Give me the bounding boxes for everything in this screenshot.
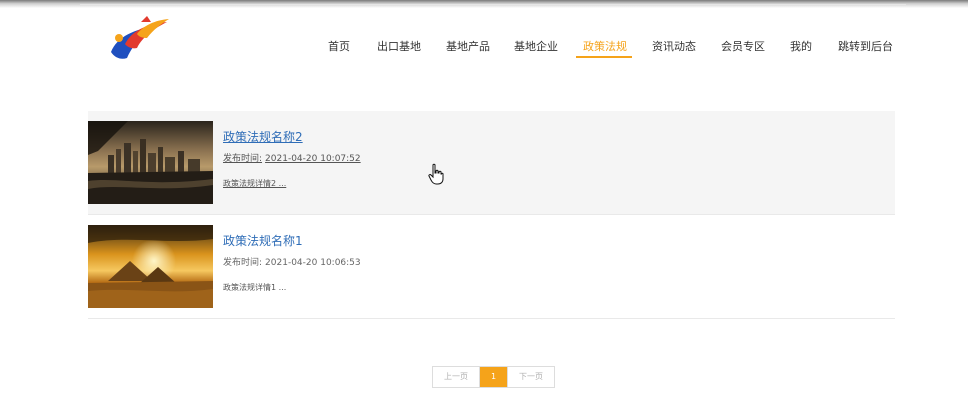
time-label: 发布时间: bbox=[223, 154, 263, 164]
header-divider bbox=[80, 4, 906, 5]
list-item[interactable]: 政策法规名称1 发布时间: 2021-04-20 10:06:53 政策法规详情1… bbox=[88, 215, 895, 319]
article-time: 发布时间: 2021-04-20 10:06:53 bbox=[223, 255, 361, 268]
prev-page-button[interactable]: 上一页 bbox=[433, 367, 480, 387]
list-item[interactable]: 政策法规名称2 发布时间: 2021-04-20 10:07:52 政策法规详情2… bbox=[88, 111, 895, 215]
article-summary[interactable]: 政策法规详情1 ... bbox=[223, 282, 286, 293]
article-title[interactable]: 政策法规名称2 bbox=[223, 128, 303, 145]
nav-item-mine[interactable]: 我的 bbox=[790, 38, 812, 54]
nav-item-news[interactable]: 资讯动态 bbox=[652, 38, 696, 54]
article-title[interactable]: 政策法规名称1 bbox=[223, 232, 303, 249]
nav-item-policies[interactable]: 政策法规 bbox=[583, 38, 627, 54]
nav-item-members[interactable]: 会员专区 bbox=[721, 38, 765, 54]
time-value: 2021-04-20 10:07:52 bbox=[265, 154, 361, 164]
time-value: 2021-04-20 10:06:53 bbox=[265, 258, 361, 268]
page-number-button[interactable]: 1 bbox=[480, 367, 507, 387]
page: 首页 出口基地 基地产品 基地企业 政策法规 资讯动态 会员专区 我的 跳转到后… bbox=[0, 0, 968, 411]
brand-logo-icon[interactable] bbox=[107, 14, 175, 68]
nav-item-base-companies[interactable]: 基地企业 bbox=[514, 38, 558, 54]
article-summary[interactable]: 政策法规详情2 ... bbox=[223, 178, 286, 189]
next-page-button[interactable]: 下一页 bbox=[507, 367, 554, 387]
article-time: 发布时间: 2021-04-20 10:07:52 bbox=[223, 151, 361, 164]
nav-item-export-base[interactable]: 出口基地 bbox=[377, 38, 421, 54]
nav-active-indicator bbox=[576, 56, 632, 58]
pagination: 上一页 1 下一页 bbox=[432, 366, 555, 388]
article-thumbnail[interactable] bbox=[88, 225, 213, 308]
article-list: 政策法规名称2 发布时间: 2021-04-20 10:07:52 政策法规详情2… bbox=[88, 111, 895, 319]
nav-item-home[interactable]: 首页 bbox=[328, 38, 350, 54]
nav-item-admin[interactable]: 跳转到后台 bbox=[838, 38, 893, 54]
time-label: 发布时间: bbox=[223, 258, 263, 268]
article-thumbnail[interactable] bbox=[88, 121, 213, 204]
nav-item-base-products[interactable]: 基地产品 bbox=[446, 38, 490, 54]
hand-cursor-icon bbox=[428, 163, 444, 185]
